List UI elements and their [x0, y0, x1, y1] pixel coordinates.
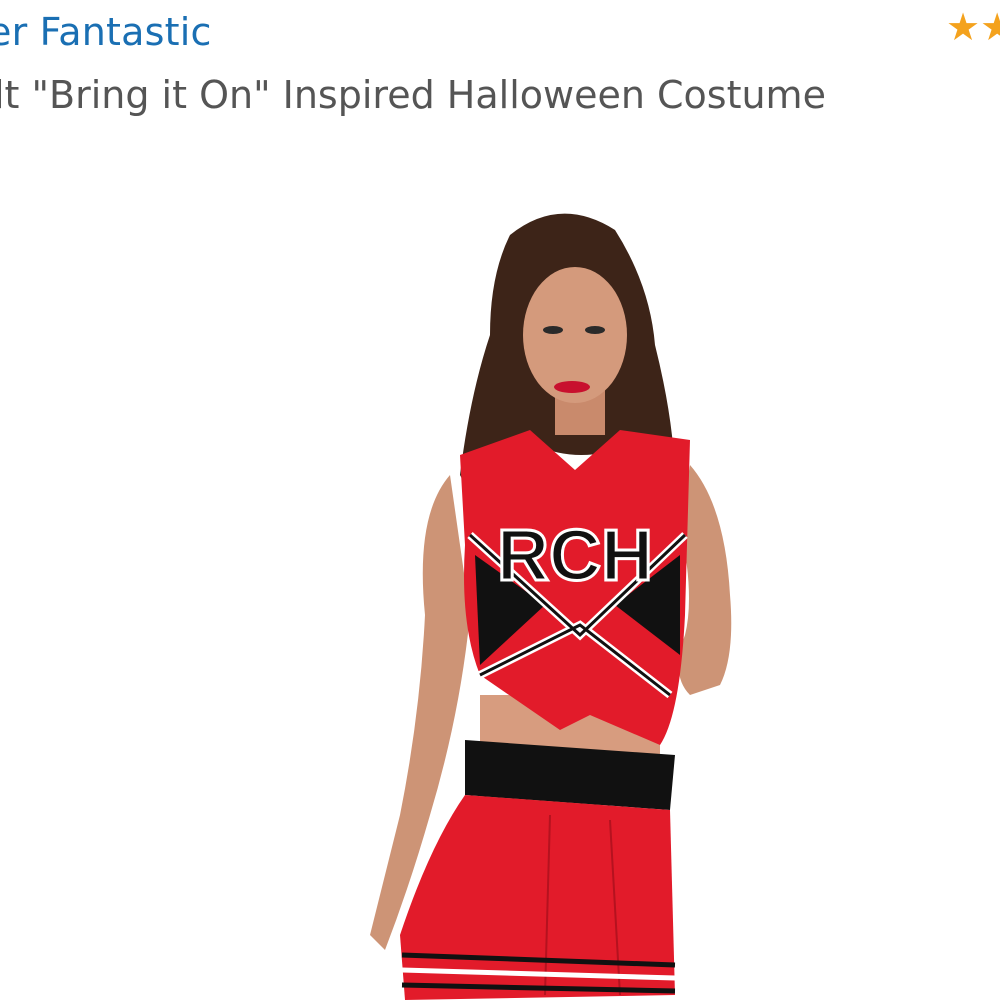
brand-link[interactable]: er Fantastic: [0, 10, 212, 54]
lips: [554, 381, 590, 393]
star-rating[interactable]: ★★: [946, 8, 1000, 46]
product-image[interactable]: RCH: [330, 195, 770, 1000]
star-icon: ★★: [946, 5, 1000, 49]
jersey-letters: RCH: [497, 516, 653, 596]
product-title: lt "Bring it On" Inspired Halloween Cost…: [0, 73, 826, 117]
